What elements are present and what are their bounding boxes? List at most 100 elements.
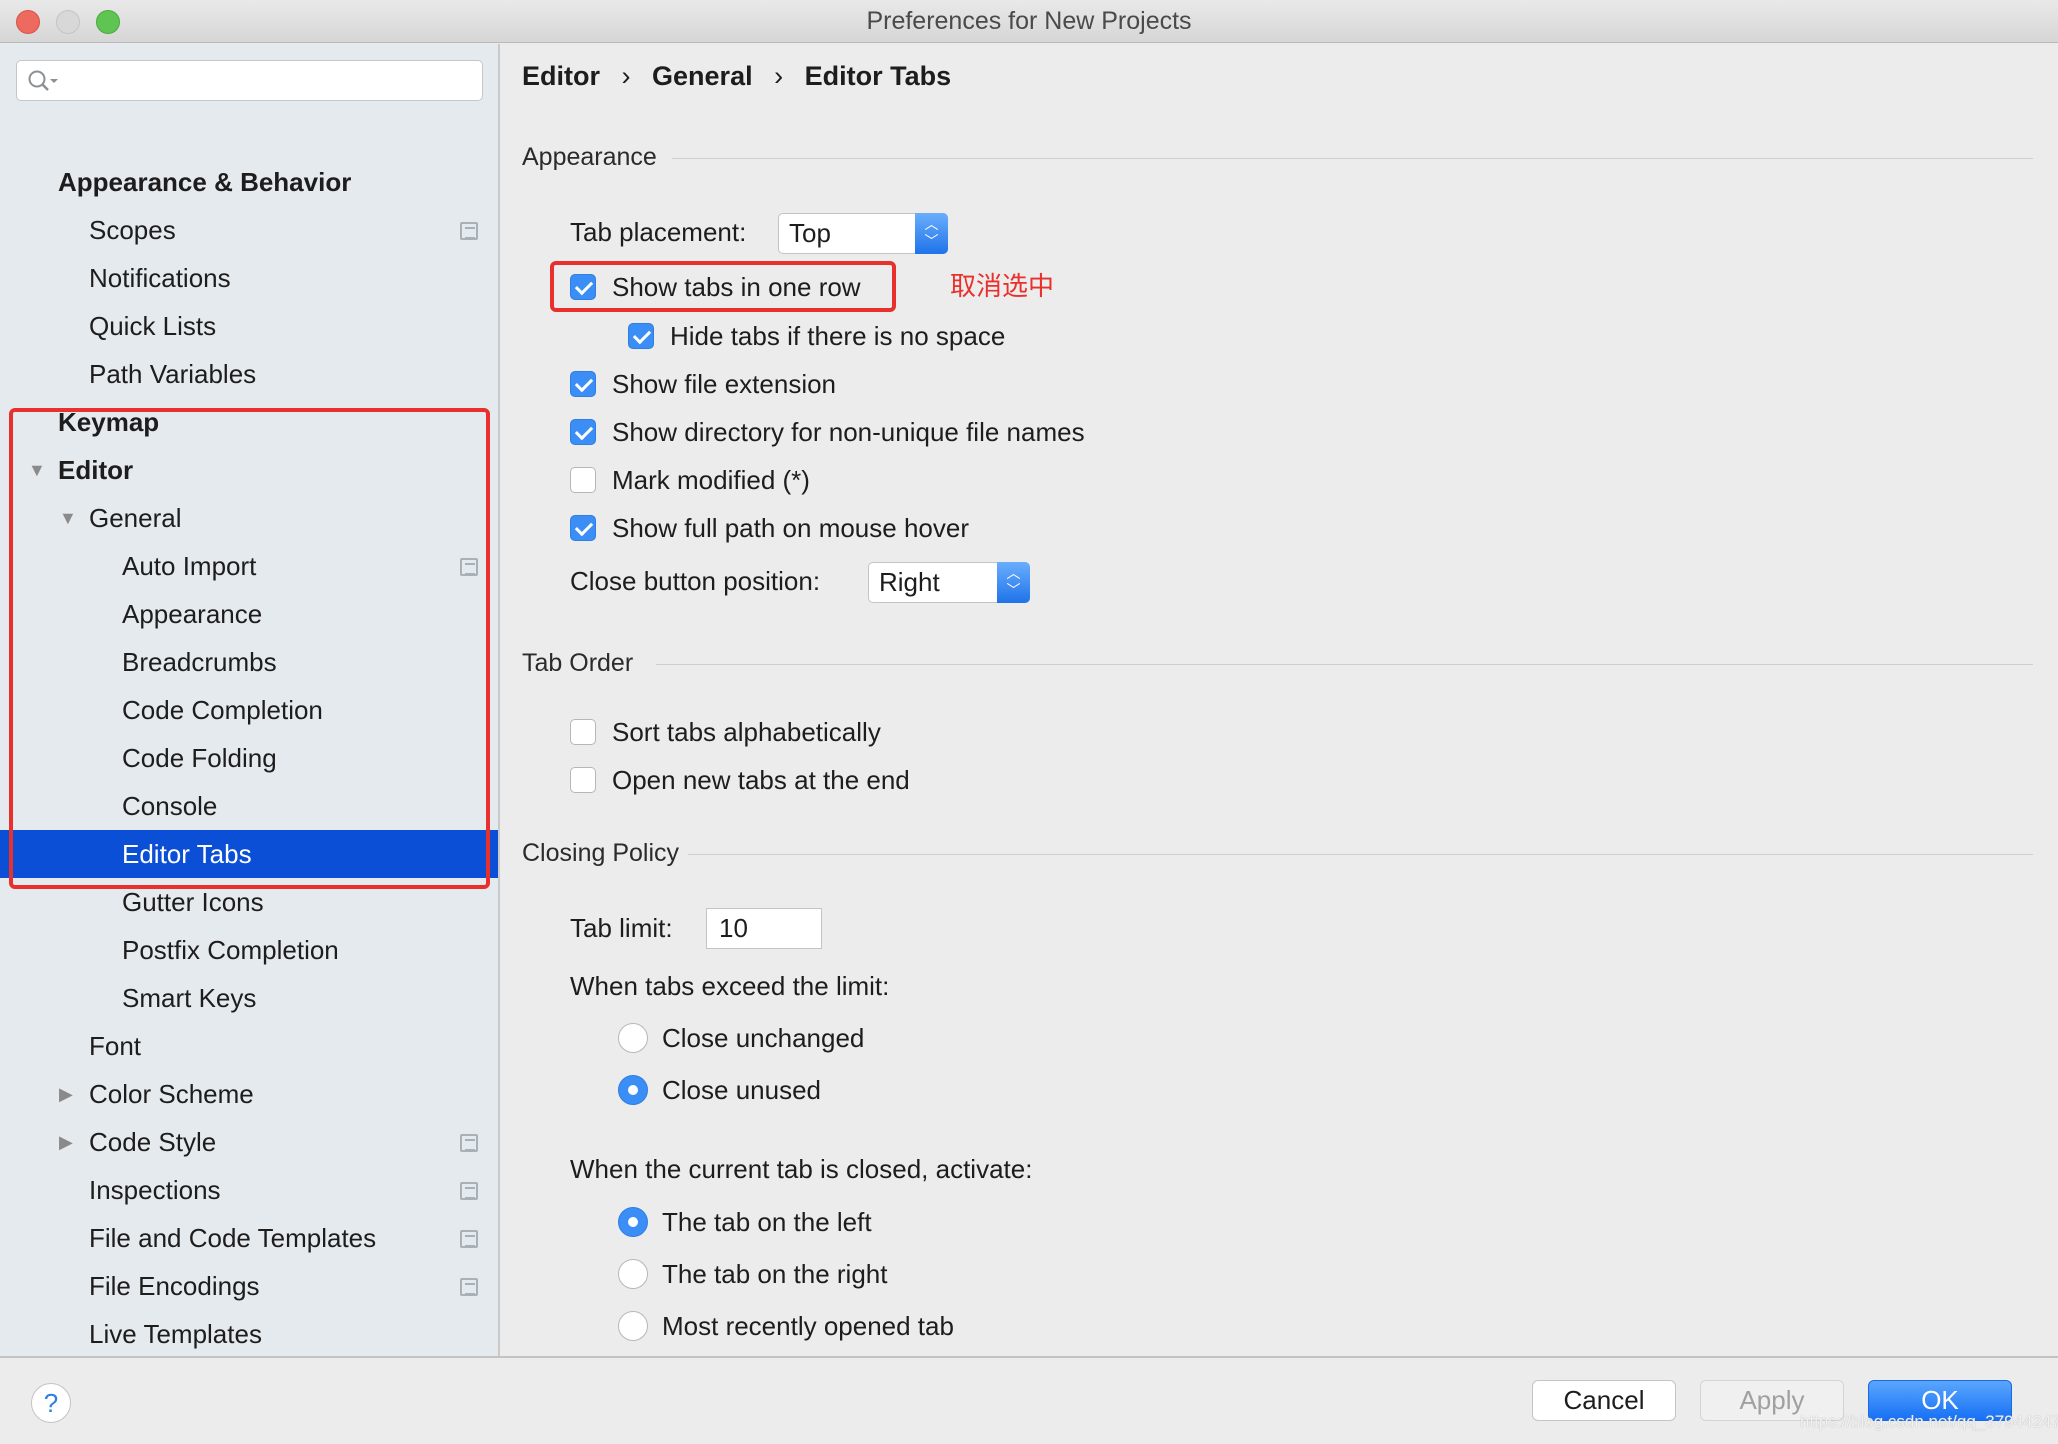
checkbox-label[interactable]: Show tabs in one row (612, 272, 861, 302)
sidebar-item[interactable]: Inspections (0, 1166, 498, 1214)
checkbox-label[interactable]: Show directory for non-unique file names (612, 417, 1085, 447)
radio-row[interactable]: Close unused (618, 1070, 821, 1110)
search-input[interactable] (16, 60, 483, 101)
search-icon (28, 70, 58, 91)
radio-button[interactable] (618, 1259, 648, 1289)
sidebar-item[interactable]: ▶ Code Style (0, 1118, 498, 1166)
sidebar-item[interactable]: Path Variables (0, 350, 498, 398)
sidebar-item-label: Postfix Completion (122, 935, 339, 965)
chevron-up-down-icon: ︿ ﹀ (997, 562, 1030, 603)
checkbox-row[interactable]: Show tabs in one row (570, 267, 861, 307)
sidebar-item-label: Scopes (89, 215, 176, 245)
close-button-position-label: Close button position: (570, 566, 821, 596)
project-scope-icon (460, 1278, 478, 1296)
dropdown-value: Right (879, 567, 940, 597)
close-window-button[interactable] (16, 10, 40, 34)
radio-button[interactable] (618, 1311, 648, 1341)
sidebar-item-label: Code Style (89, 1127, 217, 1157)
sidebar-item[interactable]: Quick Lists (0, 302, 498, 350)
sidebar-item[interactable]: Postfix Completion (0, 926, 498, 974)
collapsed-arrow-icon[interactable]: ▶ (59, 1118, 73, 1166)
breadcrumb-separator: › (621, 61, 631, 91)
maximize-window-button[interactable] (96, 10, 120, 34)
radio-label[interactable]: Close unchanged (662, 1023, 864, 1053)
sidebar-item[interactable]: File Encodings (0, 1262, 498, 1310)
radio-button[interactable] (618, 1023, 648, 1053)
sidebar-item[interactable]: ▶ Color Scheme (0, 1070, 498, 1118)
radio-label[interactable]: Close unused (662, 1075, 821, 1105)
checkbox[interactable] (570, 767, 596, 793)
sidebar-item[interactable]: Live Templates (0, 1310, 498, 1356)
radio-row[interactable]: Most recently opened tab (618, 1306, 954, 1346)
sidebar-item-label: Inspections (89, 1175, 221, 1205)
dropdown-value: Top (789, 218, 831, 248)
checkbox-row[interactable]: Sort tabs alphabetically (570, 712, 881, 752)
minimize-window-button[interactable] (56, 10, 80, 34)
checkbox-label[interactable]: Hide tabs if there is no space (670, 321, 1005, 351)
sidebar-item-label: Path Variables (89, 359, 257, 389)
window-title: Preferences for New Projects (866, 7, 1192, 35)
section-title-closing-policy: Closing Policy (522, 839, 680, 867)
radio-row[interactable]: The tab on the right (618, 1254, 887, 1294)
breadcrumb-item[interactable]: General (652, 61, 753, 91)
checkbox[interactable] (628, 323, 654, 349)
radio-row[interactable]: Close unchanged (618, 1018, 864, 1058)
divider (656, 664, 2033, 665)
sidebar-item[interactable]: Scopes (0, 206, 498, 254)
checkbox-row[interactable]: Mark modified (*) (570, 460, 810, 500)
annotation-highlight-box (9, 408, 490, 889)
breadcrumb-item[interactable]: Editor (522, 61, 600, 91)
checkbox[interactable] (570, 719, 596, 745)
breadcrumb: Editor › General › Editor Tabs (522, 58, 951, 94)
sidebar-item[interactable]: Notifications (0, 254, 498, 302)
sidebar-item-label: Notifications (89, 263, 231, 293)
sidebar-item-label: File and Code Templates (89, 1223, 377, 1253)
sidebar-item-label: Smart Keys (122, 983, 257, 1013)
checkbox[interactable] (570, 371, 596, 397)
checkbox-row[interactable]: Show file extension (570, 364, 836, 404)
sidebar-item[interactable]: Smart Keys (0, 974, 498, 1022)
sidebar-item-label: Color Scheme (89, 1079, 254, 1109)
sidebar-item-label: File Encodings (89, 1271, 260, 1301)
checkbox[interactable] (570, 515, 596, 541)
checkbox-row[interactable]: Open new tabs at the end (570, 760, 910, 800)
radio-row[interactable]: The tab on the left (618, 1202, 872, 1242)
radio-button[interactable] (618, 1075, 648, 1105)
title-bar: Preferences for New Projects (0, 0, 2058, 43)
sidebar-item[interactable]: File and Code Templates (0, 1214, 498, 1262)
sidebar-item[interactable]: Font (0, 1022, 498, 1070)
chevron-up-down-icon: ︿ ﹀ (915, 213, 948, 254)
checkbox[interactable] (570, 419, 596, 445)
project-scope-icon (460, 1182, 478, 1200)
checkbox-label[interactable]: Mark modified (*) (612, 465, 810, 495)
sidebar-item[interactable]: Appearance & Behavior (0, 158, 498, 206)
checkbox[interactable] (570, 274, 596, 300)
radio-label[interactable]: The tab on the left (662, 1207, 872, 1237)
checkbox-label[interactable]: Sort tabs alphabetically (612, 717, 881, 747)
radio-button[interactable] (618, 1207, 648, 1237)
exceed-limit-label: When tabs exceed the limit: (570, 971, 890, 1001)
watermark: https://blog.csdn.net/qq_37944247 (1800, 1412, 2058, 1431)
checkbox-row[interactable]: Show directory for non-unique file names (570, 412, 1085, 452)
help-button[interactable]: ? (31, 1383, 71, 1423)
annotation-text: 取消选中 (950, 271, 1055, 301)
tab-placement-label: Tab placement: (570, 217, 747, 247)
sidebar-item-label: Live Templates (89, 1319, 262, 1349)
tab-placement-dropdown[interactable]: Top ︿ ﹀ (778, 213, 948, 254)
breadcrumb-item: Editor Tabs (804, 61, 952, 91)
breadcrumb-separator: › (774, 61, 784, 91)
radio-label[interactable]: Most recently opened tab (662, 1311, 954, 1341)
checkbox-row[interactable]: Show full path on mouse hover (570, 508, 969, 548)
cancel-button[interactable]: Cancel (1532, 1380, 1676, 1421)
tab-limit-input[interactable]: 10 (706, 908, 822, 949)
tab-limit-label: Tab limit: (570, 913, 673, 943)
checkbox-label[interactable]: Show full path on mouse hover (612, 513, 969, 543)
radio-label[interactable]: The tab on the right (662, 1259, 887, 1289)
checkbox-label[interactable]: Open new tabs at the end (612, 765, 910, 795)
checkbox-row[interactable]: Hide tabs if there is no space (628, 316, 1005, 356)
project-scope-icon (460, 222, 478, 240)
checkbox-label[interactable]: Show file extension (612, 369, 836, 399)
checkbox[interactable] (570, 467, 596, 493)
close-button-position-dropdown[interactable]: Right ︿ ﹀ (868, 562, 1030, 603)
collapsed-arrow-icon[interactable]: ▶ (59, 1070, 73, 1118)
